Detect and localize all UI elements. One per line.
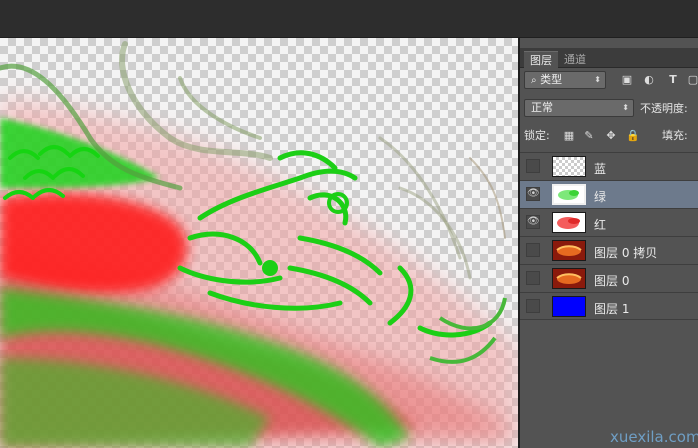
opacity-label: 不透明度:	[640, 102, 688, 115]
layer-thumbnail	[552, 212, 586, 233]
layer-name: 图层 0 拷贝	[594, 246, 658, 260]
document-canvas[interactable]	[0, 38, 518, 448]
layer-row-blue[interactable]: 蓝	[520, 152, 698, 180]
pixel-filter-icon[interactable]: ▣	[620, 73, 634, 87]
tab-layers[interactable]: 图层	[524, 51, 558, 68]
search-icon: ⌕	[531, 75, 537, 86]
layer-thumbnail	[552, 268, 586, 289]
visibility-toggle[interactable]	[526, 243, 540, 257]
layer-thumbnail	[552, 240, 586, 261]
visibility-toggle[interactable]	[526, 159, 540, 173]
layer-name: 图层 0	[594, 274, 630, 288]
lock-position-icon[interactable]: ✥	[604, 129, 618, 143]
layer-row-layer0[interactable]: 图层 0	[520, 264, 698, 292]
layer-thumbnail	[552, 184, 586, 205]
watermark: xuexila.com	[610, 428, 698, 446]
tab-channels[interactable]: 通道	[558, 51, 592, 68]
adjustment-filter-icon[interactable]: ◐	[642, 73, 656, 87]
lock-label: 锁定:	[524, 129, 550, 142]
fill-label: 填充:	[662, 129, 688, 142]
dragon-artwork	[0, 41, 518, 448]
visibility-toggle[interactable]	[526, 299, 540, 313]
layers-panel: 图层 通道 ⌕ 类型 ⬍ ▣ ◐ T ▢ 正常 ⬍ 不透明度: 锁定: ▦ ✎ …	[520, 38, 698, 448]
updown-arrow-icon: ⬍	[594, 75, 601, 84]
lock-paint-icon[interactable]: ✎	[582, 129, 596, 143]
layer-thumbnail	[552, 156, 586, 177]
layer-row-layer1[interactable]: 图层 1	[520, 292, 698, 320]
layer-thumbnail	[552, 296, 586, 317]
filter-label: 类型	[540, 73, 563, 86]
updown-arrow-icon: ⬍	[622, 103, 629, 112]
blend-mode-value: 正常	[531, 101, 553, 114]
options-bar	[0, 0, 698, 38]
layer-row-red[interactable]: 👁 红	[520, 208, 698, 236]
lock-transparency-icon[interactable]: ▦	[562, 129, 576, 143]
eye-icon[interactable]: 👁	[526, 215, 540, 229]
type-filter-icon[interactable]: T	[666, 73, 680, 87]
layer-filter-select[interactable]: ⌕ 类型 ⬍	[524, 71, 606, 89]
layer-name: 图层 1	[594, 302, 630, 316]
blend-mode-select[interactable]: 正常 ⬍	[524, 99, 634, 117]
layer-row-layer0-copy[interactable]: 图层 0 拷贝	[520, 236, 698, 264]
layer-row-green[interactable]: 👁 绿	[520, 180, 698, 208]
layer-name: 蓝	[594, 162, 607, 176]
layer-name: 绿	[594, 190, 607, 204]
layer-name: 红	[594, 218, 607, 232]
visibility-toggle[interactable]	[526, 271, 540, 285]
panel-tabs: 图层 通道	[520, 48, 698, 68]
eye-icon[interactable]: 👁	[526, 187, 540, 201]
shape-filter-icon[interactable]: ▢	[686, 73, 698, 87]
lock-all-icon[interactable]: 🔒	[626, 129, 640, 143]
